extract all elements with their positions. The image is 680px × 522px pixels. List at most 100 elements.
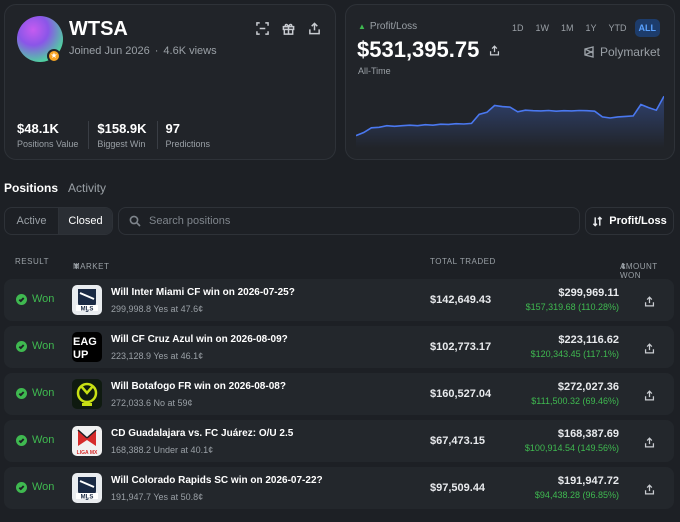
share-icon[interactable]	[307, 21, 321, 35]
scan-icon[interactable]	[255, 21, 269, 35]
amount-gain: $111,500.32 (69.46%)	[531, 396, 619, 406]
mls-logo-icon: MLS	[72, 285, 102, 315]
share-icon[interactable]	[644, 388, 656, 401]
pnl-label-text: Profit/Loss	[369, 21, 418, 32]
stat-value: $48.1K	[17, 121, 59, 136]
share-icon[interactable]	[644, 482, 656, 495]
amount-won: $168,387.69 $100,914.54 (149.56%)	[525, 428, 619, 453]
stat-label: Predictions	[165, 139, 211, 149]
range-1m[interactable]: 1M	[557, 19, 578, 37]
table-row[interactable]: Won EAG UP Will CF Cruz Azul win on 2026-08…	[4, 326, 674, 368]
pnl-amount: $531,395.75	[357, 37, 480, 62]
range-all[interactable]: ALL	[634, 19, 660, 37]
amount-won-value: $191,947.72	[557, 475, 619, 487]
result-badge: Won	[16, 481, 54, 493]
check-circle-icon	[16, 340, 27, 352]
share-icon[interactable]	[644, 435, 656, 448]
sort-chevron-icon: ⬍	[620, 262, 628, 271]
market-position: 168,388.2 Under at 40.1¢	[111, 445, 214, 455]
profile-meta: Joined Jun 2026 · 4.6K views	[69, 45, 217, 57]
filter-closed-button[interactable]: Closed	[58, 208, 112, 234]
svg-text:MLS: MLS	[81, 307, 94, 313]
result-text: Won	[32, 481, 55, 493]
search-box	[118, 207, 580, 235]
table-row[interactable]: Won MLS Will Inter Miami CF win on 2026-07…	[4, 279, 674, 321]
search-icon	[129, 215, 141, 227]
total-traded: $67,473.15	[430, 435, 486, 447]
result-text: Won	[32, 387, 55, 399]
svg-text:MLS: MLS	[81, 495, 94, 501]
result-badge: Won	[16, 340, 54, 352]
pnl-chart	[356, 95, 664, 148]
status-toggle: Active Closed	[4, 207, 113, 235]
profile-actions	[255, 21, 321, 35]
amount-gain: $157,319.68 (110.28%)	[525, 302, 619, 312]
market-position: 223,128.9 Yes at 46.1¢	[111, 351, 204, 361]
sort-chevron-icon: ⬍	[73, 262, 81, 271]
search-input[interactable]	[149, 215, 549, 227]
check-circle-icon	[16, 481, 27, 493]
sort-profit-loss-button[interactable]: Profit/Loss	[585, 207, 674, 235]
market-position: 299,998.8 Yes at 47.6¢	[111, 304, 204, 314]
total-traded: $142,649.43	[430, 294, 492, 306]
check-circle-icon	[16, 387, 27, 399]
share-icon[interactable]	[644, 341, 656, 354]
range-1d[interactable]: 1D	[508, 19, 528, 37]
gift-icon[interactable]	[281, 21, 295, 35]
amount-gain: $120,343.45 (117.1%)	[530, 349, 619, 359]
share-icon[interactable]	[487, 43, 501, 57]
result-text: Won	[32, 434, 55, 446]
range-1w[interactable]: 1W	[531, 19, 553, 37]
tab-activity[interactable]: Activity	[68, 181, 106, 195]
stat-predictions: 97 Predictions	[166, 121, 221, 149]
league-cup-logo-icon: EAG UP	[72, 332, 102, 362]
table-row[interactable]: Won LIGA MX CD Guadalajara vs. FC Juárez: …	[4, 420, 674, 462]
amount-won: $272,027.36 $111,500.32 (69.46%)	[531, 381, 619, 406]
result-badge: Won	[16, 387, 54, 399]
total-traded: $97,509.44	[430, 482, 486, 494]
market-title[interactable]: Will CF Cruz Azul win on 2026-08-09?	[111, 334, 288, 345]
amount-won: $299,969.11 $157,319.68 (110.28%)	[526, 287, 619, 312]
section-tabs: Positions Activity	[4, 181, 106, 195]
range-selector: 1D 1W 1M 1Y YTD ALL	[508, 19, 660, 37]
tab-positions[interactable]: Positions	[4, 181, 58, 195]
amount-won-value: $272,027.36	[557, 381, 619, 393]
svg-text:LIGA MX: LIGA MX	[77, 450, 98, 456]
pnl-card: ▲ Profit/Loss $531,395.75 All-Time 1D 1W…	[345, 4, 675, 160]
result-badge: Won	[16, 434, 54, 446]
stat-label: Positions Value	[17, 139, 79, 149]
market-title[interactable]: Will Colorado Rapids SC win on 2026-07-2…	[111, 475, 323, 486]
market-title[interactable]: CD Guadalajara vs. FC Juárez: O/U 2.5	[111, 428, 293, 439]
result-text: Won	[32, 293, 55, 305]
amount-won: $223,116.62 $120,343.45 (117.1%)	[531, 334, 619, 359]
polymarket-logo-icon	[584, 46, 594, 58]
up-triangle-icon: ▲	[358, 22, 366, 31]
range-ytd[interactable]: YTD	[605, 19, 631, 37]
amount-gain: $94,438.28 (96.85%)	[534, 490, 619, 500]
brasileirao-logo-icon	[72, 379, 102, 409]
view-count: 4.6K views	[163, 45, 217, 57]
amount-won-value: $168,387.69	[557, 428, 619, 440]
range-1y[interactable]: 1Y	[581, 19, 600, 37]
pnl-period: All-Time	[358, 66, 391, 76]
market-title[interactable]: Will Botafogo FR win on 2026-08-08?	[111, 381, 286, 392]
pnl-value: $531,395.75	[357, 37, 501, 63]
share-icon[interactable]	[644, 294, 656, 307]
mls-logo-icon: MLS	[72, 473, 102, 503]
header-result: RESULT	[15, 257, 49, 266]
table-row[interactable]: Won MLS Will Colorado Rapids SC win on 202…	[4, 467, 674, 509]
market-position: 272,033.6 No at 59¢	[111, 398, 193, 408]
liga-mx-logo-icon: LIGA MX	[72, 426, 102, 456]
check-circle-icon	[16, 293, 27, 305]
stat-label: Biggest Win	[97, 139, 146, 149]
market-position: 191,947.7 Yes at 50.8¢	[111, 492, 204, 502]
pnl-area	[356, 96, 664, 148]
filter-active-button[interactable]: Active	[5, 208, 58, 234]
stat-value: 97	[165, 121, 180, 136]
amount-won-value: $299,969.11	[558, 287, 619, 299]
username: WTSA	[69, 18, 128, 40]
result-badge: Won	[16, 293, 54, 305]
market-title[interactable]: Will Inter Miami CF win on 2026-07-25?	[111, 287, 295, 298]
table-row[interactable]: Won Will Botafogo FR win on 2026-08-08? 27…	[4, 373, 674, 415]
header-total-traded: TOTAL TRADED	[430, 257, 496, 266]
